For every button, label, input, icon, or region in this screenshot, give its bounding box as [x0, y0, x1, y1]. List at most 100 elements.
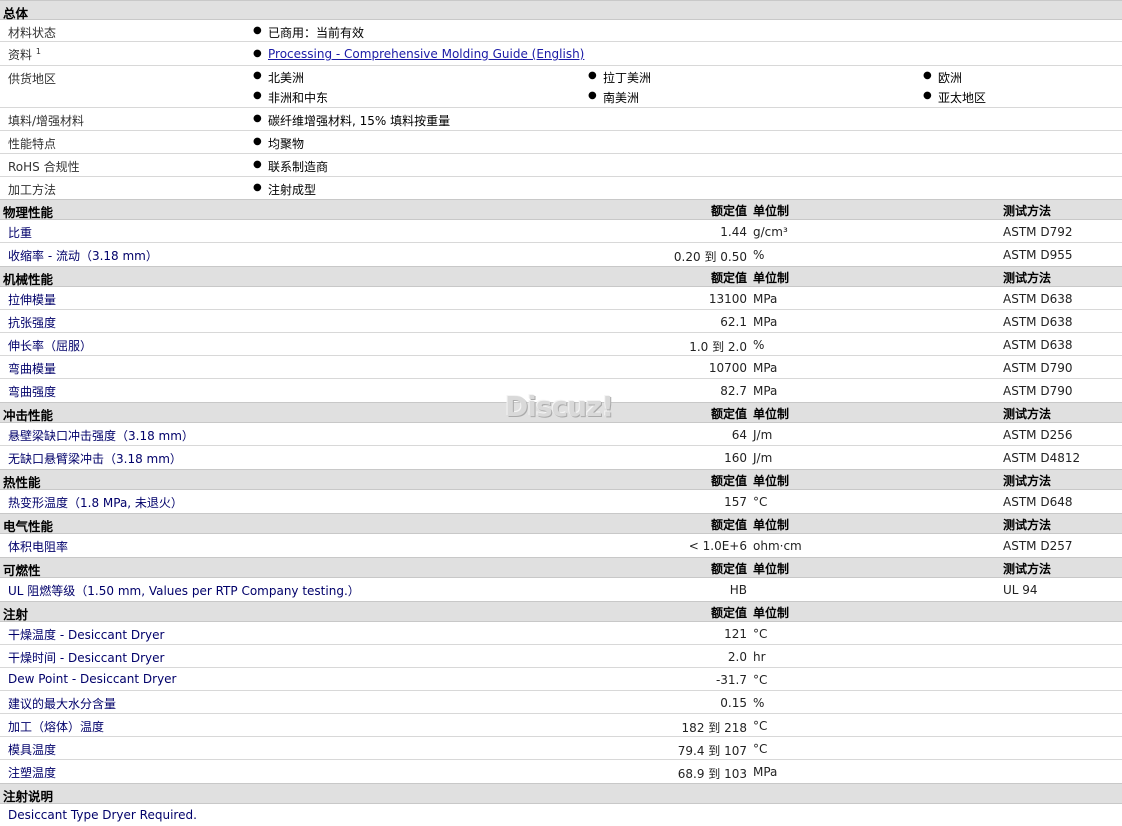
property-value: 1.0 到 2.0: [689, 340, 747, 354]
property-value: 160: [724, 451, 747, 465]
property-label: 无缺口悬臂梁冲击（3.18 mm）: [8, 452, 182, 466]
property-row: 干燥时间 - Desiccant Dryer 2.0 hr: [0, 645, 1122, 668]
section-title: 物理性能: [3, 205, 54, 220]
notes-text: Desiccant Type Dryer Required.: [8, 808, 197, 822]
header-unit: 单位制: [753, 407, 790, 421]
watermark-logo: Discuz!: [505, 390, 614, 423]
section-flammability-header: 可燃性 额定值 单位制 测试方法: [0, 557, 1122, 578]
property-method: ASTM D792: [1003, 225, 1073, 239]
header-value: 额定值: [710, 562, 747, 576]
header-method: 测试方法: [1003, 204, 1052, 218]
header-method: 测试方法: [1003, 562, 1052, 576]
property-row: 抗张强度 62.1 MPa ASTM D638: [0, 310, 1122, 333]
section-general-header: 总体: [0, 0, 1122, 21]
property-unit: g/cm³: [753, 225, 788, 239]
property-unit: hr: [753, 650, 766, 664]
property-value: 157: [724, 495, 747, 509]
row-label: 供货地区: [8, 72, 57, 86]
property-unit: °C: [753, 742, 768, 756]
property-row: 注塑温度 68.9 到 103 MPa: [0, 760, 1122, 783]
header-method: 测试方法: [1003, 271, 1052, 285]
header-value: 额定值: [710, 474, 747, 488]
property-value: 2.0: [727, 650, 747, 664]
property-unit: MPa: [753, 384, 778, 398]
doc-item: Processing - Comprehensive Molding Guide…: [253, 47, 584, 61]
header-value: 额定值: [710, 204, 747, 218]
header-unit: 单位制: [753, 518, 790, 532]
row-material-status: 材料状态 已商用：当前有效: [0, 20, 1122, 42]
property-label: 干燥时间 - Desiccant Dryer: [8, 651, 165, 665]
property-method: UL 94: [1003, 583, 1038, 597]
doc-link[interactable]: Processing - Comprehensive Molding Guide…: [268, 47, 584, 61]
section-mechanical-header: 机械性能 额定值 单位制 测试方法: [0, 266, 1122, 287]
property-value: 62.1: [720, 315, 747, 329]
row-value: 注射成型: [253, 181, 316, 198]
region-item: 欧洲: [923, 69, 962, 86]
property-row: 无缺口悬臂梁冲击（3.18 mm） 160 J/m ASTM D4812: [0, 446, 1122, 469]
row-label: RoHS 合规性: [8, 160, 80, 174]
property-value: 79.4 到 107: [677, 744, 747, 758]
section-title: 电气性能: [3, 519, 54, 534]
row-value: 已商用：当前有效: [253, 24, 364, 41]
property-label: 比重: [8, 226, 33, 240]
header-value: 额定值: [710, 518, 747, 532]
property-row: 弯曲模量 10700 MPa ASTM D790: [0, 356, 1122, 379]
property-unit: MPa: [753, 292, 778, 306]
property-label: 加工（熔体）温度: [8, 720, 105, 734]
section-title: 热性能: [3, 475, 41, 490]
section-electrical-header: 电气性能 额定值 单位制 测试方法: [0, 513, 1122, 534]
property-row: 比重 1.44 g/cm³ ASTM D792: [0, 220, 1122, 243]
row-rohs: RoHS 合规性 联系制造商: [0, 154, 1122, 177]
header-unit: 单位制: [753, 204, 790, 218]
property-value: 1.44: [720, 225, 747, 239]
section-physical-header: 物理性能 额定值 单位制 测试方法: [0, 199, 1122, 220]
property-value: 121: [724, 627, 747, 641]
property-row: 加工（熔体）温度 182 到 218 °C: [0, 714, 1122, 737]
property-unit: MPa: [753, 765, 778, 779]
region-item: 亚太地区: [923, 89, 986, 106]
row-label: 加工方法: [8, 183, 57, 197]
property-value: HB: [729, 583, 747, 597]
row-process: 加工方法 注射成型: [0, 177, 1122, 199]
property-unit: °C: [753, 673, 768, 687]
property-label: 弯曲强度: [8, 385, 57, 399]
row-label: 材料状态: [8, 26, 57, 40]
header-unit: 单位制: [753, 271, 790, 285]
header-value: 额定值: [710, 606, 747, 620]
property-method: ASTM D955: [1003, 248, 1073, 262]
region-item: 南美洲: [588, 89, 639, 106]
property-method: ASTM D790: [1003, 361, 1073, 375]
row-label: 性能特点: [8, 137, 57, 151]
property-row: 体积电阻率 < 1.0E+6 ohm·cm ASTM D257: [0, 534, 1122, 557]
property-sections: 物理性能 额定值 单位制 测试方法 比重 1.44 g/cm³ ASTM D792 收缩率 - …: [0, 199, 1122, 826]
property-unit: MPa: [753, 315, 778, 329]
header-value: 额定值: [710, 271, 747, 285]
property-value: 182 到 218: [681, 721, 747, 735]
property-value: -31.7: [715, 673, 747, 687]
property-row: Dew Point - Desiccant Dryer -31.7 °C: [0, 668, 1122, 691]
section-title: 机械性能: [3, 272, 54, 287]
property-unit: J/m: [753, 428, 773, 442]
section-title: 注射说明: [3, 789, 54, 804]
property-row: UL 阻燃等级（1.50 mm, Values per RTP Company …: [0, 578, 1122, 601]
property-unit: %: [753, 338, 765, 352]
property-label: 伸长率（屈服）: [8, 339, 93, 353]
property-label: UL 阻燃等级（1.50 mm, Values per RTP Company …: [8, 584, 360, 598]
property-method: ASTM D257: [1003, 539, 1073, 553]
row-docs: 资料 1 Processing - Comprehensive Molding …: [0, 42, 1122, 66]
property-row: 伸长率（屈服） 1.0 到 2.0% ASTM D638: [0, 333, 1122, 356]
property-label: 弯曲模量: [8, 362, 57, 376]
property-value: < 1.0E+6: [688, 539, 747, 553]
section-title: 注射: [3, 607, 29, 622]
property-label: 体积电阻率: [8, 540, 69, 554]
property-value: 82.7: [720, 384, 747, 398]
header-unit: 单位制: [753, 562, 790, 576]
property-value: 13100: [708, 292, 747, 306]
section-title: 冲击性能: [3, 408, 54, 423]
property-unit: °C: [753, 495, 768, 509]
section-title: 可燃性: [3, 563, 41, 578]
property-value: 0.15: [720, 696, 747, 710]
row-filler: 填料/增强材料 碳纤维增强材料, 15% 填料按重量: [0, 108, 1122, 131]
property-method: ASTM D638: [1003, 315, 1073, 329]
property-row: 拉伸模量 13100 MPa ASTM D638: [0, 287, 1122, 310]
